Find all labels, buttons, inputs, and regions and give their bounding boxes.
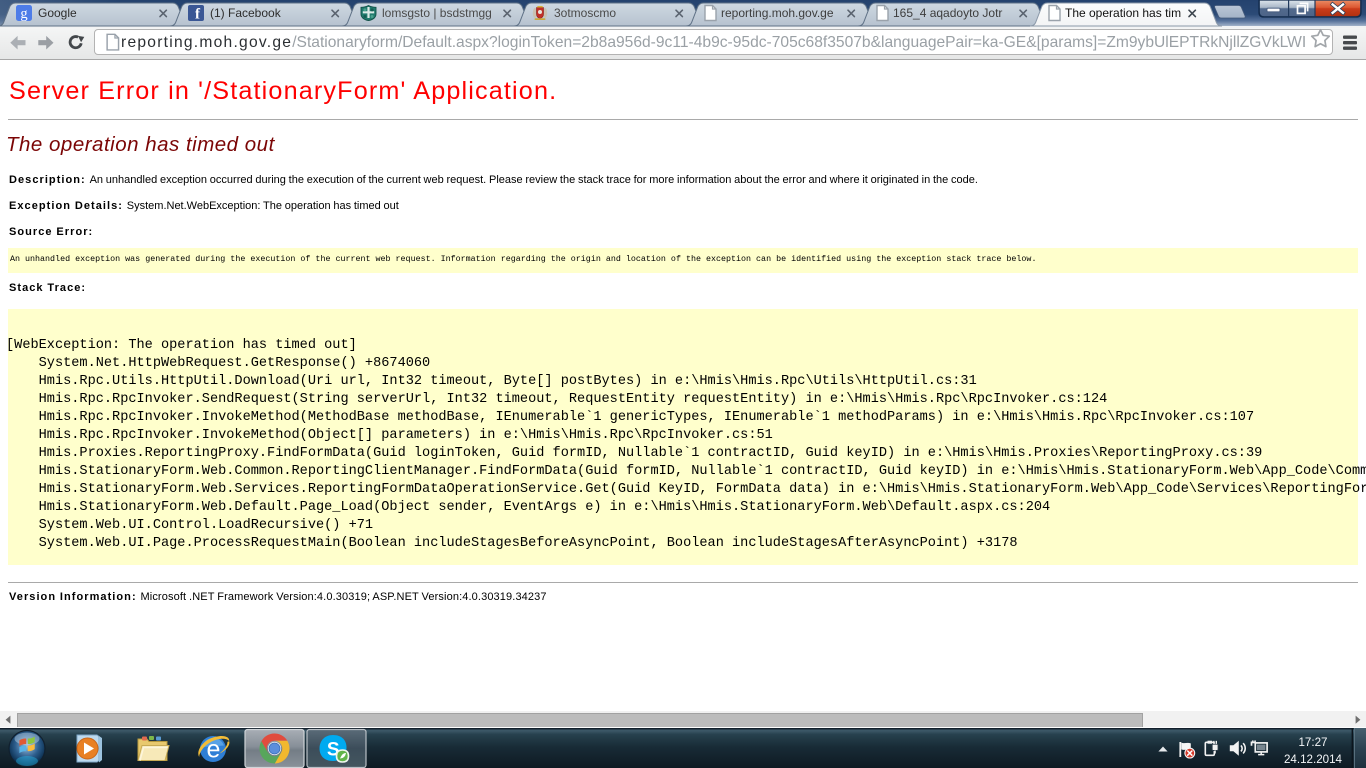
- svg-text:3otmoscmo: 3otmoscmo: [554, 6, 616, 20]
- svg-text:Google: Google: [38, 6, 77, 20]
- svg-text:The operation has tim: The operation has tim: [1065, 6, 1181, 20]
- svg-text:reporting.moh.gov.ge: reporting.moh.gov.ge: [721, 6, 834, 20]
- svg-text:lomsgsto | bsdstmgg: lomsgsto | bsdstmgg: [382, 6, 492, 20]
- svg-text:165_4 aqadoyto Jotr: 165_4 aqadoyto Jotr: [893, 6, 1002, 20]
- svg-text:(1) Facebook: (1) Facebook: [210, 6, 282, 20]
- svg-text:g: g: [20, 6, 27, 22]
